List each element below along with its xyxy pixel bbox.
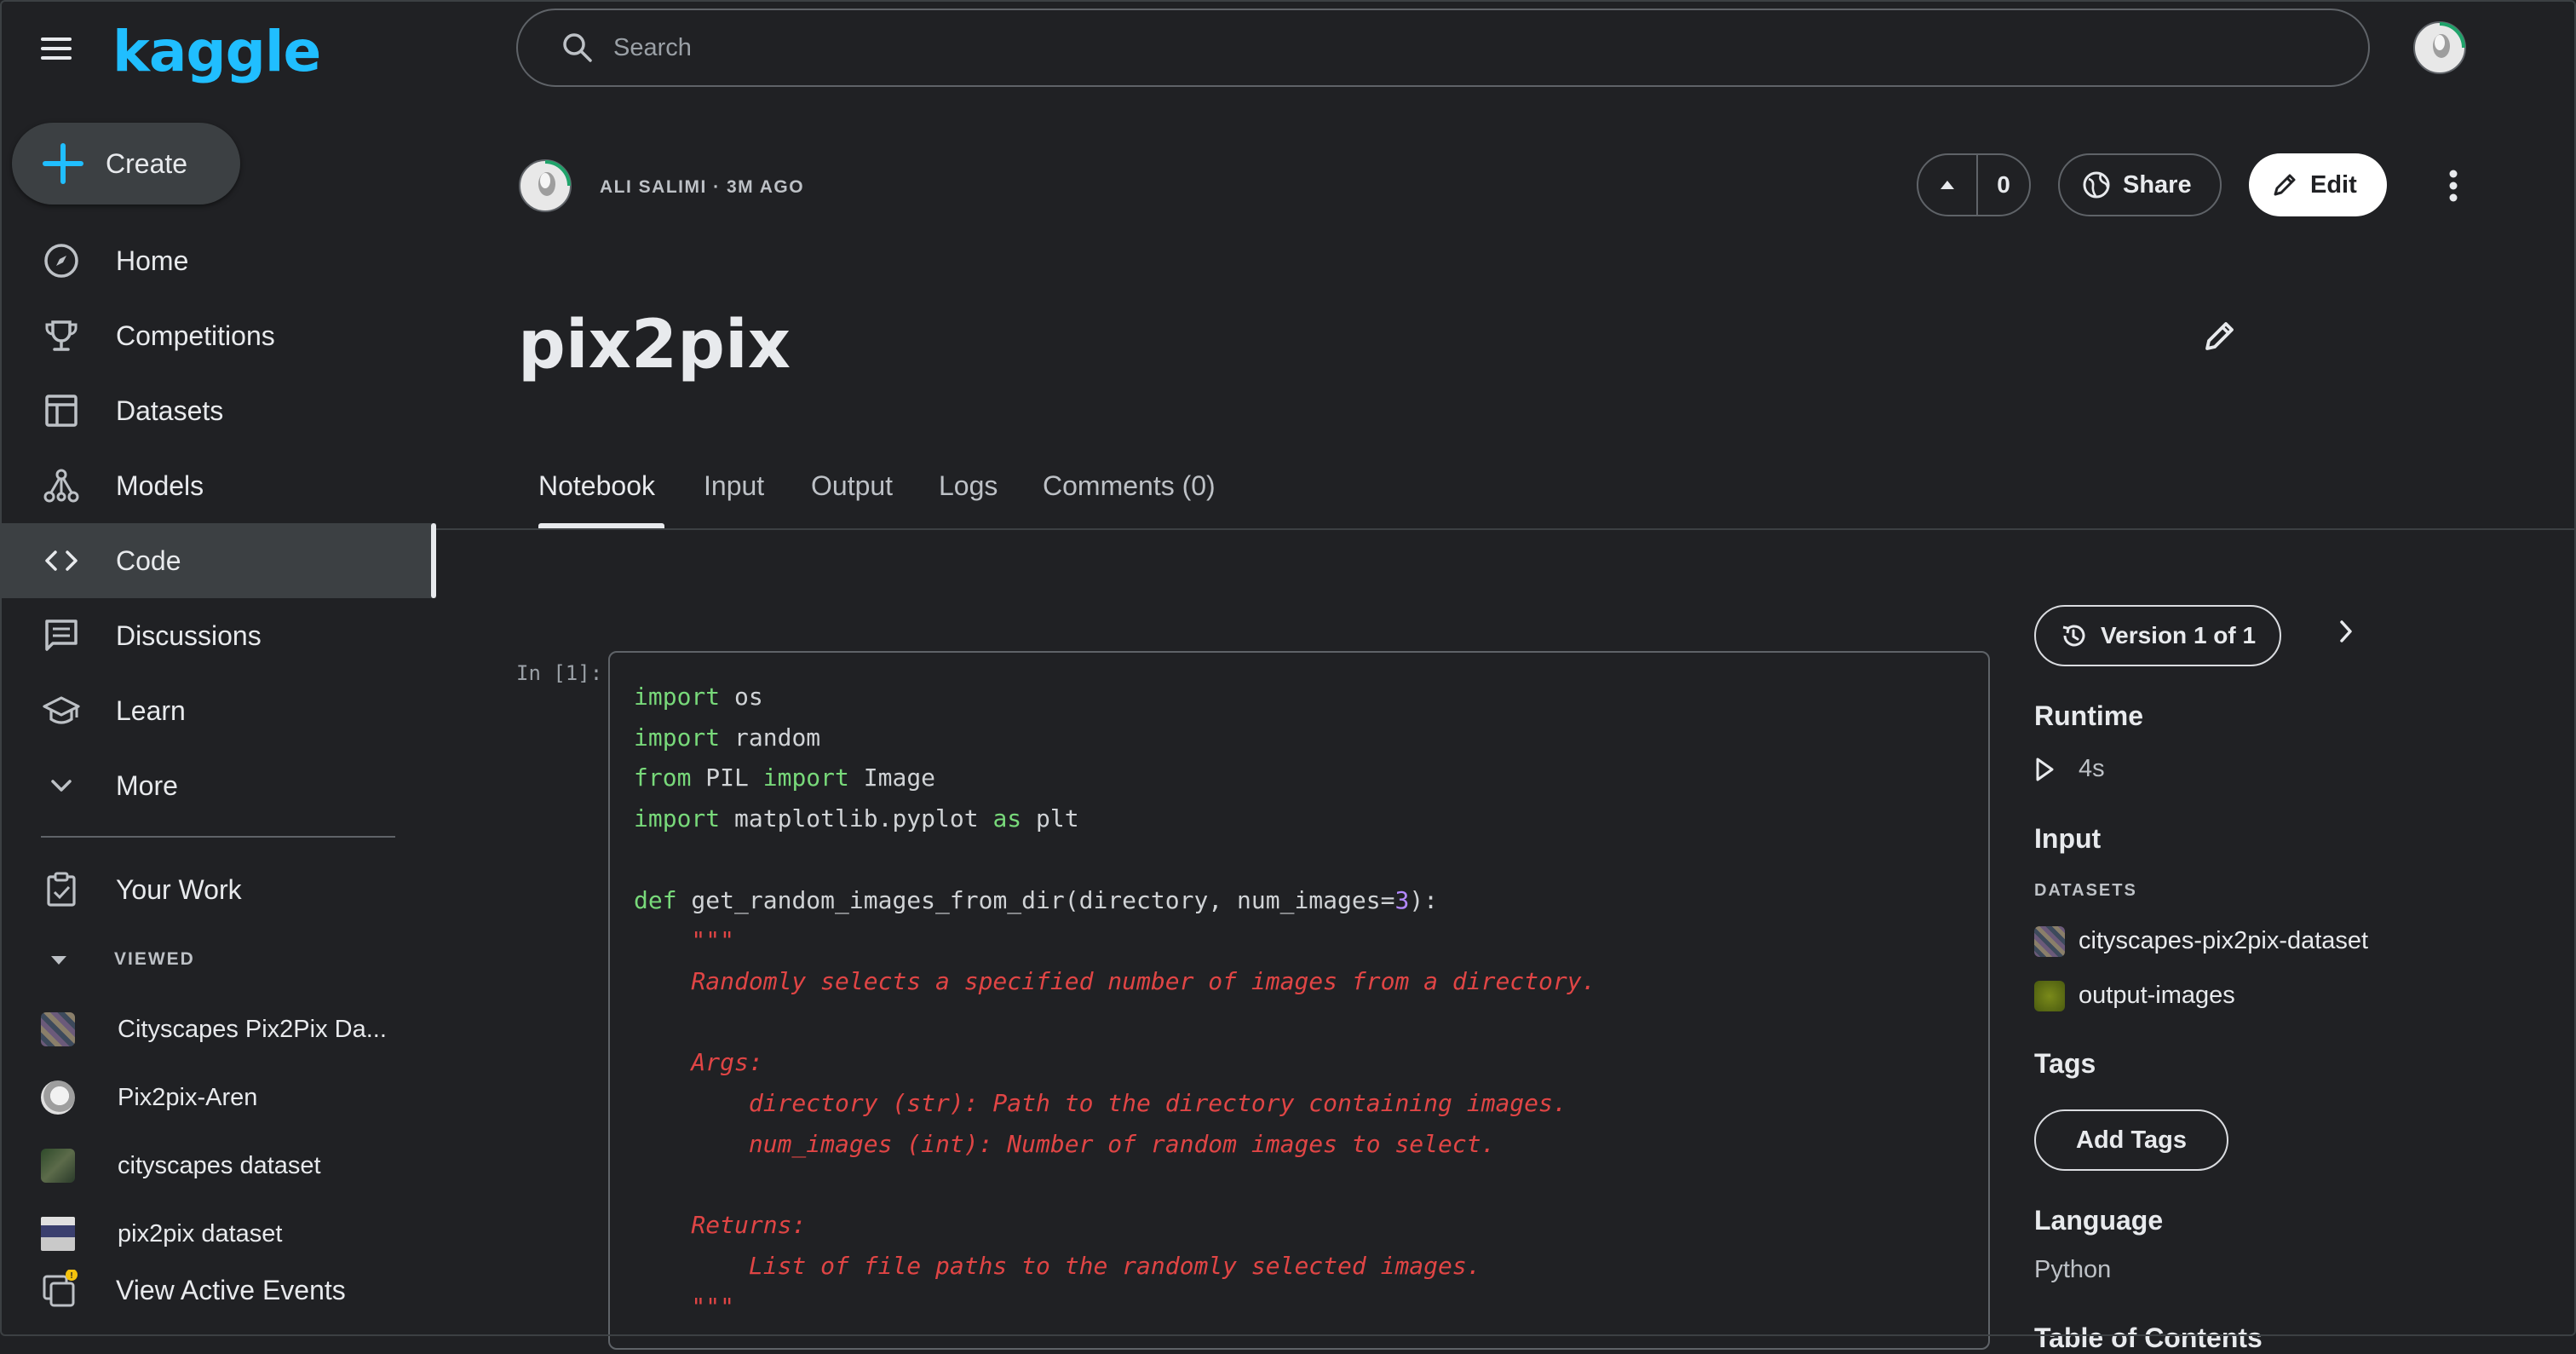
history-icon bbox=[2060, 622, 2087, 649]
sidebar-item-label: Code bbox=[116, 544, 181, 576]
language-heading: Language bbox=[2034, 1205, 2164, 1236]
user-avatar bbox=[41, 1080, 75, 1115]
plus-icon bbox=[39, 140, 87, 187]
school-icon bbox=[41, 690, 82, 731]
share-label: Share bbox=[2123, 170, 2192, 199]
sidebar-item-more[interactable]: More bbox=[0, 748, 436, 823]
tags-heading: Tags bbox=[2034, 1048, 2096, 1079]
trophy-icon bbox=[41, 315, 82, 356]
sidebar-item-your-work[interactable]: Your Work bbox=[0, 852, 436, 927]
globe-icon bbox=[2082, 170, 2111, 199]
sidebar-item-label: View Active Events bbox=[116, 1274, 346, 1305]
compass-icon bbox=[41, 240, 82, 281]
sidebar-item-competitions[interactable]: Competitions bbox=[0, 298, 436, 373]
vote-count: 0 bbox=[1997, 171, 2010, 198]
edit-button[interactable]: Edit bbox=[2249, 153, 2387, 216]
language-value: Python bbox=[2034, 1256, 2112, 1283]
sidebar-item-label: Discussions bbox=[116, 619, 262, 651]
svg-text:!: ! bbox=[70, 1271, 72, 1281]
version-button[interactable]: Version 1 of 1 bbox=[2034, 605, 2281, 666]
author-avatar[interactable] bbox=[518, 158, 572, 213]
active-indicator bbox=[431, 523, 436, 598]
edit-title-icon[interactable] bbox=[2201, 317, 2239, 354]
viewed-item-label: Cityscapes Pix2Pix Da... bbox=[118, 1015, 387, 1043]
sidebar-item-label: Models bbox=[116, 470, 204, 501]
toc-heading: Table of Contents bbox=[2034, 1322, 2263, 1353]
author-meta[interactable]: ALI SALIMI · 3M AGO bbox=[600, 177, 804, 198]
models-icon bbox=[41, 465, 82, 506]
play-icon bbox=[2034, 757, 2055, 782]
tab-notebook[interactable]: Notebook bbox=[538, 470, 655, 502]
sidebar-item-learn[interactable]: Learn bbox=[0, 673, 436, 748]
vote-widget: 0 bbox=[1917, 153, 2031, 216]
dataset-link[interactable]: output-images bbox=[2079, 982, 2235, 1010]
chevron-right-icon[interactable] bbox=[2334, 617, 2358, 646]
cell-prompt: In [1]: bbox=[516, 661, 603, 685]
sidebar-item-home[interactable]: Home bbox=[0, 223, 436, 298]
dataset-thumbnail bbox=[41, 1012, 75, 1046]
sidebar-item-label: More bbox=[116, 769, 178, 801]
sidebar-item-label: Datasets bbox=[116, 395, 224, 426]
upvote-button[interactable] bbox=[1918, 155, 1978, 215]
tab-input[interactable]: Input bbox=[704, 470, 764, 502]
code-icon bbox=[41, 540, 82, 581]
sidebar-divider bbox=[41, 836, 395, 838]
tab-output[interactable]: Output bbox=[811, 470, 893, 502]
events-icon: ! bbox=[41, 1270, 82, 1311]
sidebar-item-label: Learn bbox=[116, 694, 186, 726]
create-button[interactable]: Create bbox=[12, 123, 240, 205]
kaggle-logo[interactable]: kaggle bbox=[112, 19, 321, 84]
sidebar-item-datasets[interactable]: Datasets bbox=[0, 373, 436, 448]
viewed-item[interactable]: Cityscapes Pix2Pix Da... bbox=[0, 999, 436, 1060]
search-input[interactable]: Search bbox=[613, 34, 692, 62]
dataset-link[interactable]: cityscapes-pix2pix-dataset bbox=[2079, 927, 2368, 955]
datasets-label: DATASETS bbox=[2034, 881, 2137, 900]
code-content[interactable]: import os import random from PIL import … bbox=[634, 677, 1596, 1327]
viewed-item-label: cityscapes dataset bbox=[118, 1151, 321, 1179]
dataset-thumbnail bbox=[41, 1217, 75, 1251]
dataset-thumbnail bbox=[2034, 981, 2065, 1011]
sidebar-item-active-events[interactable]: ! View Active Events bbox=[0, 1254, 436, 1326]
caret-down-icon[interactable] bbox=[49, 954, 68, 966]
share-button[interactable]: Share bbox=[2058, 153, 2222, 216]
sidebar-item-discussions[interactable]: Discussions bbox=[0, 598, 436, 673]
search-icon bbox=[561, 31, 595, 65]
viewed-heading: VIEWED bbox=[114, 949, 195, 969]
discussion-icon bbox=[41, 615, 82, 656]
sidebar: kaggle Create Home Competitions Datasets… bbox=[0, 0, 436, 1336]
search-bar[interactable]: Search bbox=[516, 9, 2370, 87]
input-heading: Input bbox=[2034, 823, 2102, 854]
sidebar-item-code[interactable]: Code bbox=[0, 523, 436, 598]
tab-comments[interactable]: Comments (0) bbox=[1043, 470, 1216, 502]
sidebar-item-label: Competitions bbox=[116, 320, 275, 351]
add-tags-button[interactable]: Add Tags bbox=[2034, 1109, 2228, 1171]
viewed-item-label: pix2pix dataset bbox=[118, 1219, 283, 1247]
viewed-item[interactable]: cityscapes dataset bbox=[0, 1135, 436, 1196]
caret-up-icon bbox=[1941, 181, 1954, 189]
runtime-value: 4s bbox=[2079, 755, 2105, 782]
sidebar-item-label: Your Work bbox=[116, 873, 242, 905]
version-label: Version 1 of 1 bbox=[2101, 622, 2257, 648]
sidebar-item-label: Home bbox=[116, 245, 189, 276]
viewed-item[interactable]: Pix2pix-Aren bbox=[0, 1067, 436, 1128]
sidebar-item-models[interactable]: Models bbox=[0, 448, 436, 523]
edit-label: Edit bbox=[2310, 170, 2357, 199]
notebook-title: pix2pix bbox=[518, 307, 791, 383]
tab-logs[interactable]: Logs bbox=[939, 470, 998, 502]
dataset-thumbnail bbox=[41, 1149, 75, 1183]
code-cell[interactable]: import os import random from PIL import … bbox=[608, 651, 1990, 1350]
chevron-down-icon bbox=[41, 765, 82, 806]
clipboard-icon bbox=[41, 869, 82, 910]
tabs-divider bbox=[436, 528, 2576, 530]
pencil-icon bbox=[2271, 171, 2298, 199]
viewed-item-label: Pix2pix-Aren bbox=[118, 1083, 258, 1111]
runtime-heading: Runtime bbox=[2034, 700, 2143, 731]
menu-icon[interactable] bbox=[37, 32, 78, 66]
table-icon bbox=[41, 390, 82, 431]
dataset-thumbnail bbox=[2034, 926, 2065, 957]
create-label: Create bbox=[106, 147, 188, 179]
more-options-icon[interactable] bbox=[2440, 162, 2467, 210]
user-avatar[interactable] bbox=[2412, 20, 2467, 75]
